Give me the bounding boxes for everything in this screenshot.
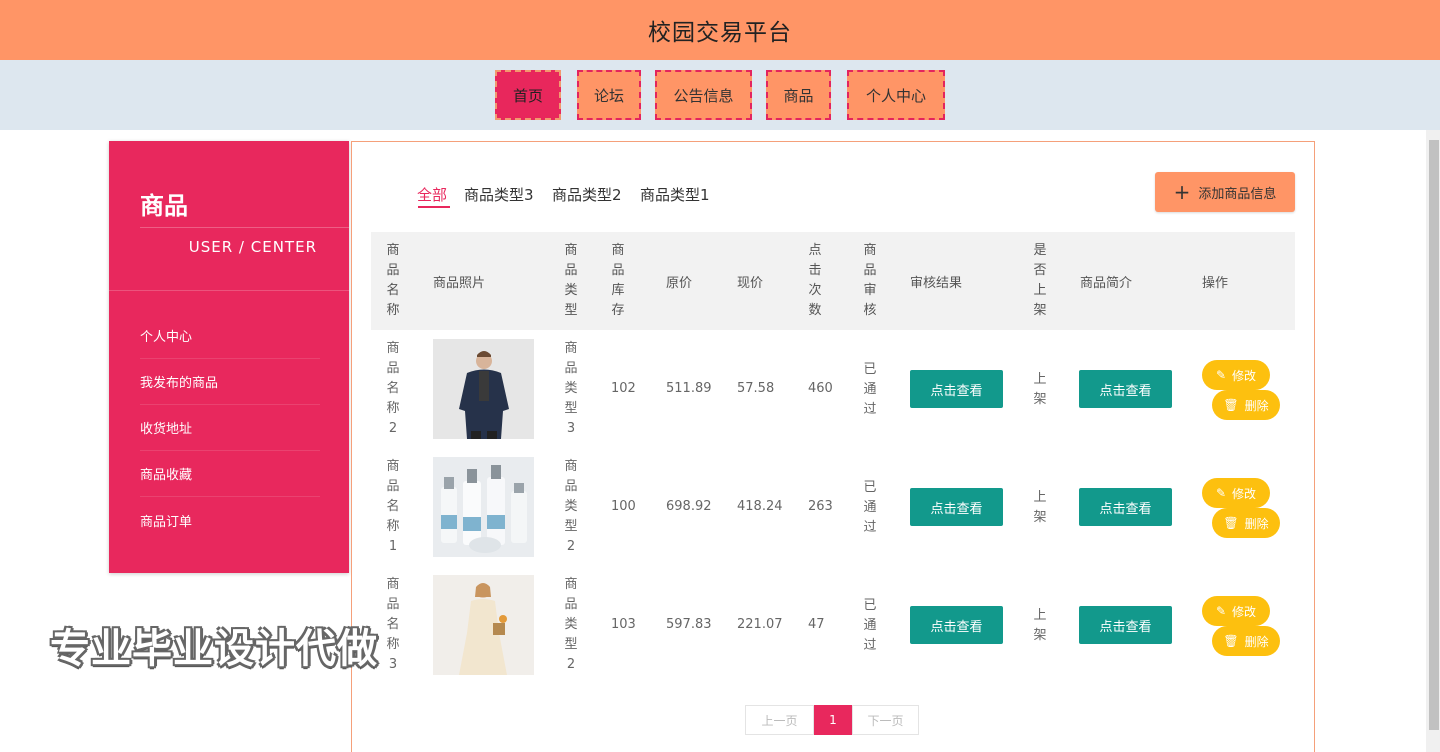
product-photo bbox=[433, 339, 534, 439]
tab-type-1[interactable]: 商品类型1 bbox=[640, 184, 710, 205]
tab-active-underline bbox=[418, 206, 450, 208]
header-on-shelf: 是否上架 bbox=[1033, 243, 1047, 318]
sidebar-divider bbox=[140, 227, 349, 228]
main-panel: 全部 商品类型3 商品类型2 商品类型1 + 添加商品信息 商品名称 商品照片 … bbox=[351, 141, 1315, 752]
pagination-next[interactable]: 下一页 bbox=[852, 705, 919, 735]
pagination-prev[interactable]: 上一页 bbox=[745, 705, 814, 735]
product-review-status: 已通过 bbox=[863, 480, 877, 535]
header-current-price: 现价 bbox=[737, 276, 764, 291]
product-name: 商品名称3 bbox=[386, 577, 400, 672]
sidebar-item-orders[interactable]: 商品订单 bbox=[140, 497, 320, 543]
product-clicks: 263 bbox=[808, 499, 833, 514]
edit-button[interactable]: ✎ 修改 bbox=[1202, 596, 1270, 626]
top-header: 校园交易平台 bbox=[0, 0, 1440, 60]
header-review: 商品审核 bbox=[863, 243, 877, 318]
product-photo bbox=[433, 575, 534, 675]
view-intro-button[interactable]: 点击查看 bbox=[1079, 370, 1172, 408]
delete-button[interactable]: 🗑 删除 bbox=[1212, 626, 1280, 656]
view-intro-button[interactable]: 点击查看 bbox=[1079, 606, 1172, 644]
edit-label: 修改 bbox=[1232, 368, 1257, 383]
header-stock: 商品库存 bbox=[611, 243, 625, 318]
main-nav: 首页 论坛 公告信息 商品 个人中心 bbox=[0, 60, 1440, 130]
table-row: 商品名称2 商品类型3 102 511.89 57.58 460 已通过 点击查… bbox=[371, 330, 1295, 448]
product-original-price: 698.92 bbox=[666, 499, 712, 514]
pencil-icon: ✎ bbox=[1215, 486, 1227, 500]
sidebar-subtitle: USER / CENTER bbox=[188, 238, 317, 256]
product-on-shelf: 上架 bbox=[1033, 608, 1047, 643]
nav-home[interactable]: 首页 bbox=[495, 70, 561, 120]
product-clicks: 460 bbox=[808, 381, 833, 396]
add-product-label: 添加商品信息 bbox=[1198, 186, 1277, 202]
view-intro-button[interactable]: 点击查看 bbox=[1079, 488, 1172, 526]
edit-label: 修改 bbox=[1232, 486, 1257, 501]
edit-button[interactable]: ✎ 修改 bbox=[1202, 360, 1270, 390]
sidebar-divider bbox=[109, 290, 349, 291]
plus-icon: + bbox=[1173, 180, 1191, 204]
header-original-price: 原价 bbox=[666, 276, 693, 291]
sidebar-item-favorites[interactable]: 商品收藏 bbox=[140, 451, 320, 497]
pagination-page-1[interactable]: 1 bbox=[814, 705, 852, 735]
header-intro: 商品简介 bbox=[1080, 276, 1133, 291]
edit-label: 修改 bbox=[1232, 604, 1257, 619]
product-current-price: 221.07 bbox=[737, 617, 783, 632]
sidebar-item-personal-center[interactable]: 个人中心 bbox=[140, 313, 320, 359]
product-type: 商品类型2 bbox=[564, 459, 578, 554]
header-name: 商品名称 bbox=[386, 243, 400, 318]
product-name: 商品名称2 bbox=[386, 341, 400, 436]
product-on-shelf: 上架 bbox=[1033, 372, 1047, 407]
sidebar: 商品 USER / CENTER 个人中心 我发布的商品 收货地址 商品收藏 商… bbox=[109, 141, 349, 573]
header-photo: 商品照片 bbox=[433, 276, 486, 291]
product-on-shelf: 上架 bbox=[1033, 490, 1047, 525]
nav-announcements[interactable]: 公告信息 bbox=[655, 70, 752, 120]
product-stock: 100 bbox=[611, 499, 636, 514]
table-row: 商品名称3 商品类型2 103 597.83 221.07 47 已通过 点击查… bbox=[371, 566, 1295, 684]
view-review-result-button[interactable]: 点击查看 bbox=[910, 488, 1003, 526]
site-title: 校园交易平台 bbox=[648, 20, 792, 46]
header-review-result: 审核结果 bbox=[910, 276, 963, 291]
sidebar-title: 商品 bbox=[140, 192, 188, 220]
add-product-button[interactable]: + 添加商品信息 bbox=[1155, 172, 1295, 212]
sidebar-item-my-products[interactable]: 我发布的商品 bbox=[140, 359, 320, 405]
product-stock: 103 bbox=[611, 617, 636, 632]
pencil-icon: ✎ bbox=[1215, 604, 1227, 618]
product-type: 商品类型2 bbox=[564, 577, 578, 672]
delete-button[interactable]: 🗑 删除 bbox=[1212, 508, 1280, 538]
watermark-text: 专业毕业设计代做 bbox=[50, 626, 378, 672]
nav-personal-center[interactable]: 个人中心 bbox=[847, 70, 945, 120]
page-scrollbar-thumb[interactable] bbox=[1429, 140, 1439, 730]
sidebar-item-shipping-address[interactable]: 收货地址 bbox=[140, 405, 320, 451]
table-header: 商品名称 商品照片 商品类型 商品库存 原价 现价 点击次数 商品审核 审核结果… bbox=[371, 232, 1295, 330]
product-original-price: 511.89 bbox=[666, 381, 712, 396]
delete-label: 删除 bbox=[1244, 634, 1269, 649]
header-actions: 操作 bbox=[1202, 276, 1229, 291]
pencil-icon: ✎ bbox=[1215, 368, 1227, 382]
trash-icon: 🗑 bbox=[1223, 516, 1239, 530]
product-stock: 102 bbox=[611, 381, 636, 396]
trash-icon: 🗑 bbox=[1223, 634, 1239, 648]
product-type: 商品类型3 bbox=[564, 341, 578, 436]
delete-label: 删除 bbox=[1244, 398, 1269, 413]
header-type: 商品类型 bbox=[564, 243, 578, 318]
tab-type-3[interactable]: 商品类型3 bbox=[464, 184, 534, 205]
product-review-status: 已通过 bbox=[863, 598, 877, 653]
product-current-price: 418.24 bbox=[737, 499, 783, 514]
product-name: 商品名称1 bbox=[386, 459, 400, 554]
product-current-price: 57.58 bbox=[737, 381, 775, 396]
tab-all[interactable]: 全部 bbox=[417, 184, 447, 205]
view-review-result-button[interactable]: 点击查看 bbox=[910, 370, 1003, 408]
delete-button[interactable]: 🗑 删除 bbox=[1212, 390, 1280, 420]
product-photo bbox=[433, 457, 534, 557]
table-row: 商品名称1 商品类型2 100 698.92 418.24 263 已通过 点击… bbox=[371, 448, 1295, 566]
nav-products[interactable]: 商品 bbox=[766, 70, 831, 120]
product-original-price: 597.83 bbox=[666, 617, 712, 632]
trash-icon: 🗑 bbox=[1223, 398, 1239, 412]
product-review-status: 已通过 bbox=[863, 362, 877, 417]
view-review-result-button[interactable]: 点击查看 bbox=[910, 606, 1003, 644]
product-clicks: 47 bbox=[808, 617, 825, 632]
nav-forum[interactable]: 论坛 bbox=[577, 70, 641, 120]
delete-label: 删除 bbox=[1244, 516, 1269, 531]
header-clicks: 点击次数 bbox=[808, 243, 822, 318]
tab-type-2[interactable]: 商品类型2 bbox=[552, 184, 622, 205]
edit-button[interactable]: ✎ 修改 bbox=[1202, 478, 1270, 508]
